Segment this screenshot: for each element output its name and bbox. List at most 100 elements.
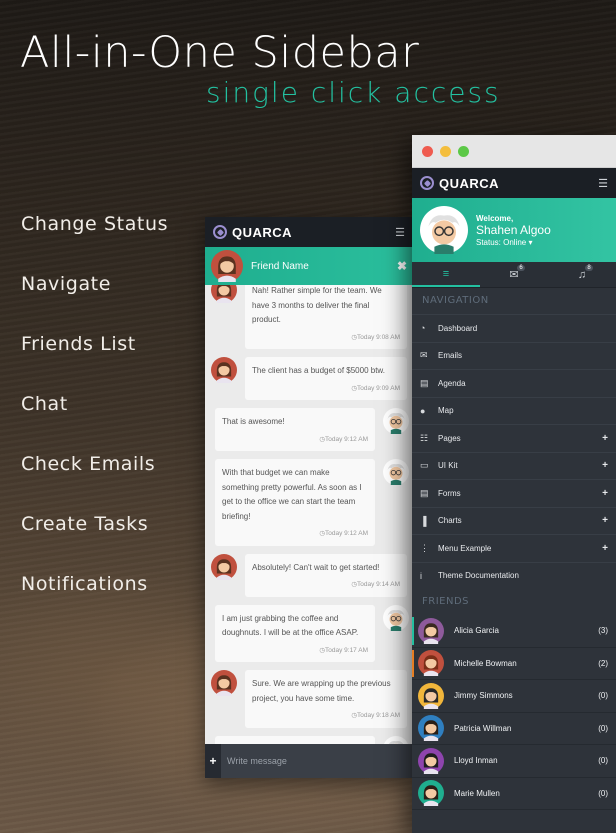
unread-count: (0) (598, 756, 608, 766)
sidebar-item-label: Agenda (438, 378, 466, 388)
sidebar-topbar: QUARCA ☰ (412, 168, 616, 198)
hero-title: All-in-One Sidebar (20, 28, 420, 78)
avatar (420, 206, 468, 254)
bell-icon: ♫ (577, 268, 587, 281)
expand-plus-icon[interactable]: + (602, 460, 608, 471)
tab-notifications[interactable]: ♫ 8 (548, 262, 616, 287)
sidebar-item-theme-documentation[interactable]: i Theme Documentation (412, 561, 616, 590)
message-text: That is awesome! (222, 417, 285, 426)
sidebar-item-label: Menu Example (438, 543, 492, 553)
message-input[interactable] (221, 744, 413, 778)
chat-message: With that budget we can make something p… (205, 459, 413, 546)
chat-message: I am just grabbing the coffee and doughn… (205, 604, 413, 662)
form-icon: ▤ (420, 487, 429, 498)
feature-item: Check Emails (21, 453, 156, 475)
avatar (418, 682, 444, 709)
chat-header: Friend Name ✖ (205, 247, 413, 285)
logo-icon (213, 225, 227, 239)
window-minimize-button[interactable] (440, 145, 451, 157)
unread-count: (3) (598, 626, 608, 636)
sitemap-icon: ☷ (420, 432, 429, 443)
info-icon: i (420, 570, 422, 581)
expand-plus-icon[interactable]: + (602, 543, 608, 554)
status-dropdown[interactable]: Status: Online ▾ (476, 238, 551, 247)
sidebar-item-charts[interactable]: ▐ Charts + (412, 506, 616, 535)
sidebar-item-menu-example[interactable]: ⋮ Menu Example + (412, 534, 616, 562)
menu-toggle-icon[interactable]: ☰ (598, 177, 608, 190)
chat-messages[interactable]: Nah! Rather simple for the team. We have… (205, 285, 413, 744)
feature-item: Notifications (21, 573, 148, 595)
message-timestamp: Today 9:08 AM (252, 331, 400, 346)
friend-item[interactable]: Lloyd Inman (0) (412, 745, 616, 778)
message-timestamp: Today 9:12 AM (222, 433, 368, 448)
message-timestamp: Today 9:12 AM (222, 527, 368, 542)
friend-name: Lloyd Inman (454, 756, 498, 766)
message-bubble: Nah! Rather simple for the team. We have… (245, 285, 407, 349)
sidebar-item-label: Pages (438, 433, 461, 443)
message-text: Nah! Rather simple for the team. We have… (252, 286, 382, 324)
avatar (418, 747, 444, 774)
friend-name: Alicia Garcia (454, 626, 499, 636)
close-icon[interactable]: ✖ (397, 259, 407, 273)
message-timestamp: Today 9:18 AM (252, 709, 400, 724)
desktop-icon: ▭ (420, 460, 429, 471)
message-text: I am just grabbing the coffee and doughn… (222, 613, 359, 638)
unread-count: (0) (598, 691, 608, 701)
message-bubble: That is awesome! Today 9:12 AM (215, 408, 375, 451)
avatar (211, 670, 237, 696)
feature-item: Chat (21, 393, 68, 415)
unread-count: (0) (598, 723, 608, 733)
message-timestamp: Today 9:09 AM (252, 382, 400, 397)
nav-list: ◔ Dashboard ✉ Emails ▤ Agenda ● Map ☷ Pages + ▭ UI K… (412, 314, 616, 589)
hero-subtitle: single click access (206, 76, 501, 109)
sidebar-item-label: Theme Documentation (438, 571, 519, 581)
feature-item: Navigate (21, 273, 112, 295)
message-bubble: Sure. We are wrapping up the previous pr… (245, 670, 407, 728)
feature-item: Create Tasks (21, 513, 149, 535)
friend-name: Patricia Willman (454, 723, 512, 733)
window-close-button[interactable] (422, 145, 433, 157)
brand-name: QUARCA (439, 175, 500, 191)
browser-chrome (412, 135, 616, 168)
attach-plus-button[interactable]: + (205, 744, 221, 778)
welcome-text: Welcome, (476, 213, 514, 223)
feature-list: Change Status Navigate Friends List Chat… (21, 212, 168, 632)
friend-name: Michelle Bowman (454, 658, 517, 668)
chat-message: Alrighty, cool!Today 9:17 AM (205, 735, 413, 744)
chat-message: Absolutely! Can't wait to get started! To… (205, 553, 413, 597)
sidebar-tabs: ≡ ✉ 6 ♫ 8 (412, 262, 616, 288)
friend-item[interactable]: Patricia Willman (0) (412, 713, 616, 745)
tab-navigation[interactable]: ≡ (412, 262, 480, 287)
message-bubble: The client has a budget of $5000 btw. Tod… (245, 357, 407, 400)
friend-item[interactable]: Jimmy Simmons (0) (412, 680, 616, 713)
dashboard-icon: ◔ (420, 323, 426, 334)
window-maximize-button[interactable] (458, 145, 469, 157)
avatar (211, 357, 237, 383)
sidebar-item-ui-kit[interactable]: ▭ UI Kit + (412, 451, 616, 480)
avatar (211, 285, 237, 303)
avatar (383, 408, 409, 434)
friend-item[interactable]: Marie Mullen (0) (412, 778, 616, 810)
sidebar-item-map[interactable]: ● Map (412, 396, 616, 425)
menu-toggle-icon[interactable]: ☰ (395, 226, 405, 239)
avatar (383, 735, 409, 744)
sidebar-item-dashboard[interactable]: ◔ Dashboard (412, 314, 616, 342)
sidebar-item-pages[interactable]: ☷ Pages + (412, 424, 616, 452)
sidebar-item-label: Emails (438, 351, 463, 361)
sidebar-item-forms[interactable]: ▤ Forms + (412, 479, 616, 507)
expand-plus-icon[interactable]: + (602, 433, 608, 444)
sidebar-item-emails[interactable]: ✉ Emails (412, 341, 616, 370)
nav-section-title: NAVIGATION (412, 288, 616, 314)
sidebar-item-label: Forms (438, 488, 461, 498)
friend-item[interactable]: Alicia Garcia (3) (412, 615, 616, 648)
expand-plus-icon[interactable]: + (602, 515, 608, 526)
chat-message: The client has a budget of $5000 btw. Tod… (205, 357, 413, 400)
sidebar-item-agenda[interactable]: ▤ Agenda (412, 369, 616, 397)
unread-count: (2) (598, 658, 608, 668)
sidebar-item-label: Dashboard (438, 323, 478, 333)
expand-plus-icon[interactable]: + (602, 488, 608, 499)
chat-message: That is awesome! Today 9:12 AM (205, 408, 413, 451)
message-text: With that budget we can make something p… (222, 468, 362, 521)
tab-emails[interactable]: ✉ 6 (480, 262, 548, 287)
friend-item[interactable]: Michelle Bowman (2) (412, 648, 616, 680)
